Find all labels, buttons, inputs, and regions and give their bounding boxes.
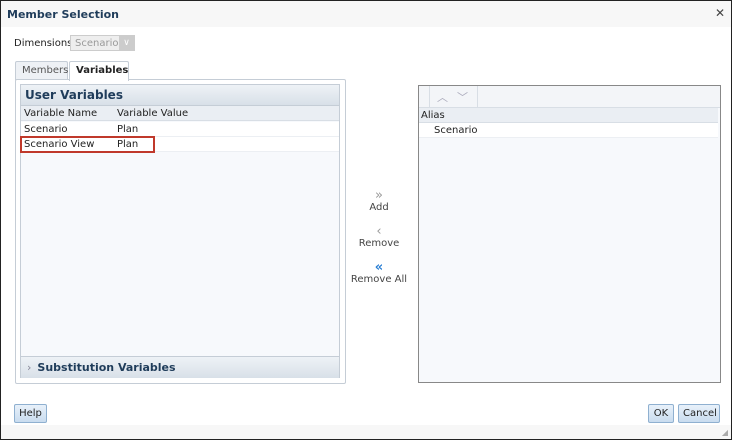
selected-member: Scenario bbox=[434, 125, 478, 136]
remove-button[interactable]: ‹ Remove bbox=[344, 225, 414, 249]
help-button[interactable]: Help bbox=[14, 404, 47, 423]
list-item[interactable]: Scenario bbox=[419, 123, 718, 138]
remove-all-label: Remove All bbox=[350, 274, 408, 285]
selection-panel: ︿ ﹀ Alias Scenario bbox=[418, 85, 721, 383]
move-up-icon[interactable]: ︿ bbox=[437, 89, 448, 105]
remove-label: Remove bbox=[358, 238, 400, 249]
add-label: Add bbox=[369, 202, 389, 213]
user-variables-panel: User Variables Variable Name Variable Va… bbox=[20, 84, 340, 378]
variable-name: Scenario bbox=[24, 124, 68, 135]
dimensions-label: Dimensions bbox=[14, 38, 73, 49]
dimensions-value: Scenario bbox=[75, 38, 119, 49]
footer-strip bbox=[1, 425, 731, 439]
ok-button[interactable]: OK bbox=[648, 404, 674, 423]
chevron-right-icon: › bbox=[27, 361, 32, 374]
selection-toolbar: ︿ ﹀ bbox=[419, 86, 720, 108]
dimensions-select[interactable]: Scenario ∨ bbox=[70, 35, 135, 51]
tab-variables[interactable]: Variables bbox=[69, 61, 129, 81]
move-down-icon[interactable]: ﹀ bbox=[457, 89, 468, 105]
column-variable-value[interactable]: Variable Value bbox=[117, 108, 188, 119]
column-variable-name[interactable]: Variable Name bbox=[24, 108, 97, 119]
tab-members[interactable]: Members bbox=[15, 61, 68, 80]
substitution-variables-header[interactable]: › Substitution Variables bbox=[21, 356, 339, 378]
add-button[interactable]: » Add bbox=[344, 189, 414, 213]
title-bar: Member Selection ✕ bbox=[1, 1, 731, 27]
dialog-title: Member Selection bbox=[7, 8, 120, 21]
remove-all-button[interactable]: « Remove All bbox=[344, 261, 414, 285]
chevron-left-icon: ‹ bbox=[376, 224, 382, 239]
close-icon[interactable]: ✕ bbox=[715, 6, 725, 20]
resize-grip-icon[interactable]: ◢ bbox=[722, 428, 728, 437]
substitution-variables-title: Substitution Variables bbox=[37, 361, 176, 374]
variable-value: Plan bbox=[117, 124, 139, 135]
chevron-down-icon: ∨ bbox=[119, 36, 134, 50]
chevron-right-icon: » bbox=[375, 188, 383, 203]
alias-column-header[interactable]: Alias bbox=[419, 108, 718, 123]
highlight-box bbox=[20, 136, 155, 153]
table-row[interactable]: Scenario Plan bbox=[21, 122, 339, 137]
member-selection-dialog: Member Selection ✕ Dimensions Scenario ∨… bbox=[0, 0, 732, 440]
cancel-button[interactable]: Cancel bbox=[678, 404, 720, 423]
double-chevron-left-icon: « bbox=[374, 260, 384, 275]
user-variables-header[interactable]: User Variables bbox=[21, 85, 339, 106]
column-header-row: Variable Name Variable Value bbox=[21, 106, 339, 121]
